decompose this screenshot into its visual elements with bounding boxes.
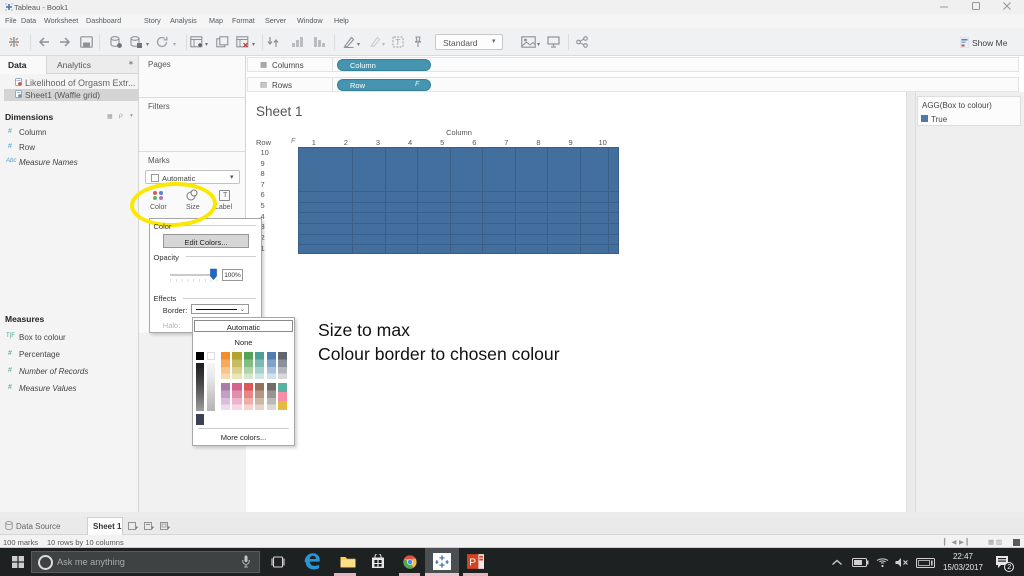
svg-text:P: P: [469, 557, 476, 568]
svg-text:T: T: [395, 38, 400, 47]
